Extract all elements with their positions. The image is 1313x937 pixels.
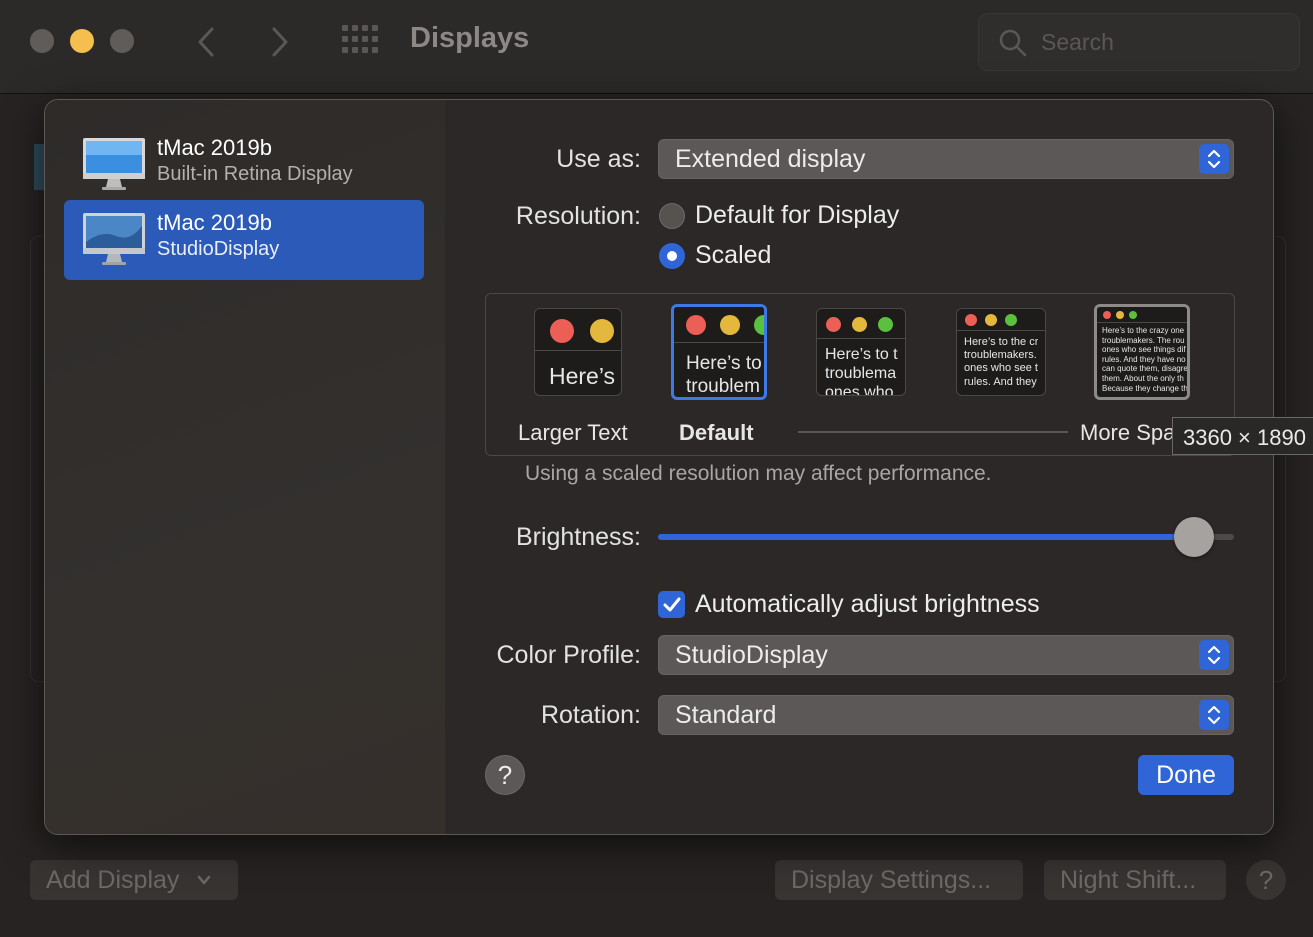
auto-brightness-label: Automatically adjust brightness	[695, 590, 1040, 618]
chevron-down-icon	[198, 875, 211, 885]
scale-label-more-space: More Spa	[1080, 420, 1176, 445]
resolution-scaled-label: Scaled	[695, 241, 772, 269]
up-down-chevron-icon	[1199, 640, 1229, 670]
display-settings-sheet: tMac 2019b Built-in Retina Display tMac …	[44, 99, 1274, 835]
scale-option-default[interactable]: Here’s to troublem	[671, 304, 767, 400]
resolution-scaled-radio[interactable]	[659, 243, 685, 269]
imac-icon	[83, 213, 145, 265]
scale-preview-text: Here’s to troublem	[686, 353, 762, 397]
help-button[interactable]: ?	[485, 755, 525, 795]
up-down-chevron-icon	[1199, 144, 1229, 174]
use-as-label: Use as:	[556, 145, 641, 173]
back-button[interactable]	[184, 20, 228, 64]
title-bar: Displays Search	[0, 0, 1313, 94]
background-display-thumbnail	[34, 144, 44, 190]
scale-preview-text: Here’s	[549, 363, 616, 389]
rotation-label: Rotation:	[540, 701, 641, 729]
display-settings-panel: Use as: Extended display Resolution: Def…	[445, 100, 1273, 834]
use-as-popup[interactable]: Extended display	[658, 139, 1234, 179]
use-as-value: Extended display	[675, 145, 866, 173]
chevron-right-icon	[272, 27, 288, 57]
scale-label-default: Default	[679, 420, 754, 445]
done-button[interactable]: Done	[1138, 755, 1234, 795]
minimize-window-button[interactable]	[70, 29, 94, 53]
close-window-button[interactable]	[30, 29, 54, 53]
brightness-slider-fill	[658, 534, 1194, 540]
add-display-label: Add Display	[46, 865, 180, 894]
resolution-label: Resolution:	[515, 202, 641, 230]
brightness-slider-knob[interactable]	[1173, 517, 1214, 557]
window-title: Displays	[410, 22, 530, 54]
display-list-sidebar: tMac 2019b Built-in Retina Display tMac …	[45, 100, 445, 834]
scale-option-4[interactable]: Here’s to the cr troublemakers. ones who…	[956, 308, 1046, 396]
search-field[interactable]: Search	[978, 13, 1300, 71]
rotation-popup[interactable]: Standard	[658, 695, 1234, 735]
color-profile-label: Color Profile:	[496, 641, 642, 669]
scale-option-more-space[interactable]: Here’s to the crazy one troublemakers. T…	[1094, 304, 1190, 400]
resolution-tooltip: 3360 × 1890	[1172, 417, 1313, 455]
display-subtitle: Built-in Retina Display	[157, 163, 353, 185]
search-placeholder: Search	[1041, 29, 1114, 55]
scaled-resolution-picker: Here’s Here’s to troublem Here’s to t tr…	[485, 293, 1235, 456]
chevron-left-icon	[198, 27, 214, 57]
display-name: tMac 2019b	[157, 135, 272, 160]
display-item-built-in[interactable]: tMac 2019b Built-in Retina Display	[64, 125, 424, 205]
scale-preview-text: Here’s to the cr troublemakers. ones who…	[964, 336, 1039, 388]
zoom-window-button[interactable]	[110, 29, 134, 53]
brightness-slider[interactable]	[658, 534, 1234, 540]
scale-option-larger-text[interactable]: Here’s	[534, 308, 622, 396]
brightness-label: Brightness:	[515, 523, 641, 551]
search-icon	[999, 29, 1027, 57]
rotation-value: Standard	[675, 701, 777, 729]
color-profile-value: StudioDisplay	[675, 641, 828, 669]
display-settings-button[interactable]: Display Settings...	[775, 860, 1023, 900]
display-subtitle: StudioDisplay	[157, 238, 280, 260]
performance-note: Using a scaled resolution may affect per…	[525, 462, 992, 485]
display-item-studio[interactable]: tMac 2019b StudioDisplay	[64, 200, 424, 280]
scale-preview-text: Here’s to t troublema ones who	[825, 346, 898, 396]
add-display-button[interactable]: Add Display	[30, 860, 238, 900]
bottom-help-button[interactable]: ?	[1246, 860, 1286, 900]
night-shift-button[interactable]: Night Shift...	[1044, 860, 1226, 900]
auto-brightness-checkbox[interactable]	[658, 591, 685, 618]
display-name: tMac 2019b	[157, 210, 272, 235]
scale-divider-line	[798, 431, 1068, 433]
checkmark-icon	[663, 597, 680, 611]
resolution-default-label: Default for Display	[695, 201, 900, 229]
imac-icon	[83, 138, 145, 190]
scale-label-larger-text: Larger Text	[518, 420, 628, 445]
forward-button[interactable]	[258, 20, 302, 64]
scale-preview-text: Here’s to the crazy one troublemakers. T…	[1102, 326, 1188, 393]
up-down-chevron-icon	[1199, 700, 1229, 730]
color-profile-popup[interactable]: StudioDisplay	[658, 635, 1234, 675]
resolution-default-radio[interactable]	[659, 203, 685, 229]
scale-option-3[interactable]: Here’s to t troublema ones who	[816, 308, 906, 396]
grid-icon[interactable]	[342, 25, 382, 55]
